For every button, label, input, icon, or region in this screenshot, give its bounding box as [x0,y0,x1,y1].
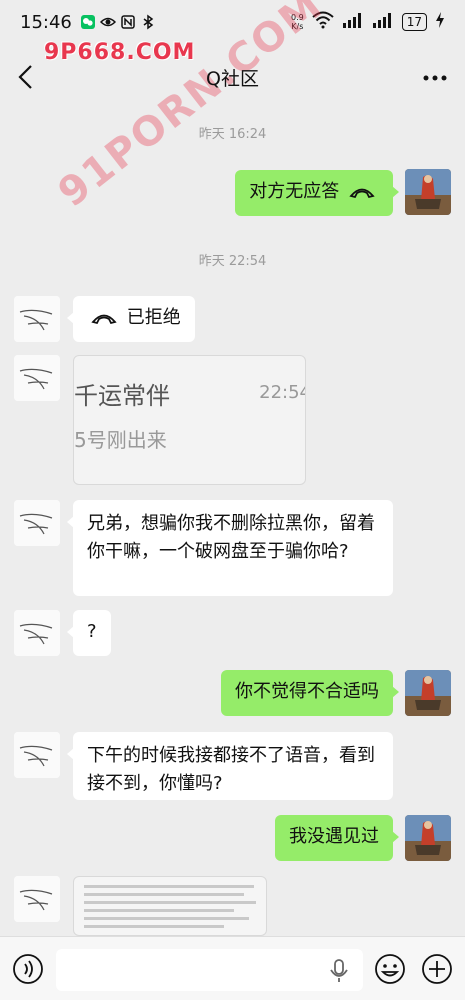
chat-title: Q社区 [206,67,259,90]
emoji-icon [375,954,405,984]
plus-icon [422,954,452,984]
avatar-other[interactable] [14,610,60,656]
battery-indicator: 17 [401,13,427,31]
message-bubble-other[interactable]: 已拒绝 [67,296,195,342]
chevron-left-icon [18,65,32,89]
image-message[interactable]: 千运常伴 22:54 5号刚出来 [73,355,306,485]
timestamp: 昨天 16:24 [198,127,267,142]
document-thumbnail [84,885,256,928]
avatar-self[interactable] [405,169,451,215]
message-bubble-other[interactable]: ? [67,610,111,656]
timestamp: 昨天 22:54 [198,254,267,269]
message-bubble-other[interactable]: 下午的时候我接都接不了语音，看到接不到，你懂吗? [67,732,393,800]
back-button[interactable] [16,64,38,90]
emoji-button[interactable] [374,953,406,985]
image-text-time: 22:54 [259,382,306,403]
message-text: 我没遇见过 [289,826,379,847]
voice-toggle-button[interactable] [12,953,44,985]
image-text-line1: 千运常伴 [74,382,170,410]
signal-icon-1 [342,12,364,33]
document-image-message[interactable] [73,876,267,936]
message-bubble-self[interactable]: 对方无应答 [235,170,399,216]
add-button[interactable] [421,953,453,985]
hang-up-icon [91,314,117,325]
input-bar [0,936,465,1000]
nav-bar: Q社区 [0,52,465,102]
voice-icon [13,954,43,984]
more-dots-icon [423,75,447,81]
bluetooth-icon [140,14,156,30]
status-icons [80,14,156,30]
microphone-icon [330,959,348,982]
message-text: 兄弟，想骗你我不删除拉黑你，留着你干嘛，一个破网盘至于骗你哈? [87,513,375,562]
message-text: 已拒绝 [126,307,181,328]
hang-up-icon [349,188,375,199]
nfc-icon [120,14,136,30]
more-button[interactable] [423,70,447,81]
signal-icon-2 [372,12,394,33]
avatar-other[interactable] [14,876,60,922]
image-text-line2: 5号刚出来 [74,428,167,452]
avatar-self[interactable] [405,815,451,861]
wechat-icon [80,14,96,30]
avatar-self[interactable] [405,670,451,716]
message-text: 下午的时候我接都接不了语音，看到接不到，你懂吗? [87,745,375,794]
message-input[interactable] [56,949,363,991]
message-text: ? [87,621,97,642]
status-time: 15:46 [20,11,72,33]
avatar-other[interactable] [14,355,60,401]
message-bubble-self[interactable]: 你不觉得不合适吗 [221,670,399,716]
message-text: 你不觉得不合适吗 [235,681,379,702]
charging-icon [435,11,445,33]
eye-icon [99,14,116,30]
message-bubble-other[interactable]: 兄弟，想骗你我不删除拉黑你，留着你干嘛，一个破网盘至于骗你哈? [67,500,393,596]
message-bubble-self[interactable]: 我没遇见过 [275,815,399,861]
avatar-other[interactable] [14,732,60,778]
avatar-other[interactable] [14,500,60,546]
avatar-other[interactable] [14,296,60,342]
message-text: 对方无应答 [249,181,340,202]
microphone-button[interactable] [323,954,355,986]
